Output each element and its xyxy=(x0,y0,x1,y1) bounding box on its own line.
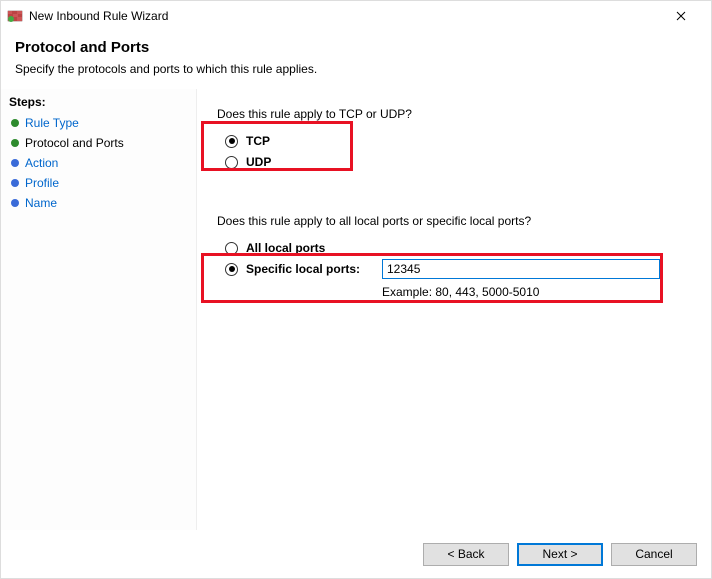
page-subtitle: Specify the protocols and ports to which… xyxy=(15,62,697,76)
step-bullet-icon xyxy=(11,159,19,167)
wizard-footer: < Back Next > Cancel xyxy=(1,530,711,578)
ports-section: Does this rule apply to all local ports … xyxy=(217,214,691,299)
ports-radio-group: All local ports Specific local ports: Ex… xyxy=(225,238,691,299)
next-button[interactable]: Next > xyxy=(517,543,603,566)
all-ports-label: All local ports xyxy=(246,241,325,255)
window-title: New Inbound Rule Wizard xyxy=(29,9,658,23)
udp-label: UDP xyxy=(246,155,271,169)
specific-local-ports-option[interactable]: Specific local ports: xyxy=(225,259,691,279)
back-button[interactable]: < Back xyxy=(423,543,509,566)
udp-option[interactable]: UDP xyxy=(225,152,691,172)
ports-example-text: Example: 80, 443, 5000-5010 xyxy=(382,285,539,299)
step-label: Profile xyxy=(25,176,59,190)
wizard-body: Steps: Rule Type Protocol and Ports Acti… xyxy=(1,88,711,530)
step-label: Rule Type xyxy=(25,116,79,130)
steps-sidebar: Steps: Rule Type Protocol and Ports Acti… xyxy=(1,89,197,530)
radio-icon[interactable] xyxy=(225,263,238,276)
step-bullet-icon xyxy=(11,179,19,187)
radio-icon[interactable] xyxy=(225,156,238,169)
tcp-option[interactable]: TCP xyxy=(225,131,691,151)
step-label: Name xyxy=(25,196,57,210)
protocol-question: Does this rule apply to TCP or UDP? xyxy=(217,107,691,121)
step-bullet-icon xyxy=(11,139,19,147)
step-name[interactable]: Name xyxy=(9,193,188,213)
firewall-icon xyxy=(7,8,23,24)
specific-ports-label: Specific local ports: xyxy=(246,262,382,276)
wizard-window: New Inbound Rule Wizard Protocol and Por… xyxy=(0,0,712,579)
step-protocol-and-ports: Protocol and Ports xyxy=(9,133,188,153)
step-label: Action xyxy=(25,156,58,170)
all-local-ports-option[interactable]: All local ports xyxy=(225,238,691,258)
radio-icon[interactable] xyxy=(225,135,238,148)
step-label: Protocol and Ports xyxy=(25,136,124,150)
step-profile[interactable]: Profile xyxy=(9,173,188,193)
titlebar: New Inbound Rule Wizard xyxy=(1,1,711,31)
tcp-label: TCP xyxy=(246,134,270,148)
specific-ports-input[interactable] xyxy=(382,259,660,279)
wizard-content: Does this rule apply to TCP or UDP? TCP … xyxy=(197,89,711,530)
radio-icon[interactable] xyxy=(225,242,238,255)
close-button[interactable] xyxy=(658,1,703,31)
step-bullet-icon xyxy=(11,199,19,207)
ports-question: Does this rule apply to all local ports … xyxy=(217,214,691,228)
wizard-header: Protocol and Ports Specify the protocols… xyxy=(1,31,711,88)
cancel-button[interactable]: Cancel xyxy=(611,543,697,566)
steps-heading: Steps: xyxy=(9,95,188,109)
step-rule-type[interactable]: Rule Type xyxy=(9,113,188,133)
protocol-radio-group: TCP UDP xyxy=(225,131,691,172)
page-title: Protocol and Ports xyxy=(15,39,697,56)
step-action[interactable]: Action xyxy=(9,153,188,173)
step-bullet-icon xyxy=(11,119,19,127)
